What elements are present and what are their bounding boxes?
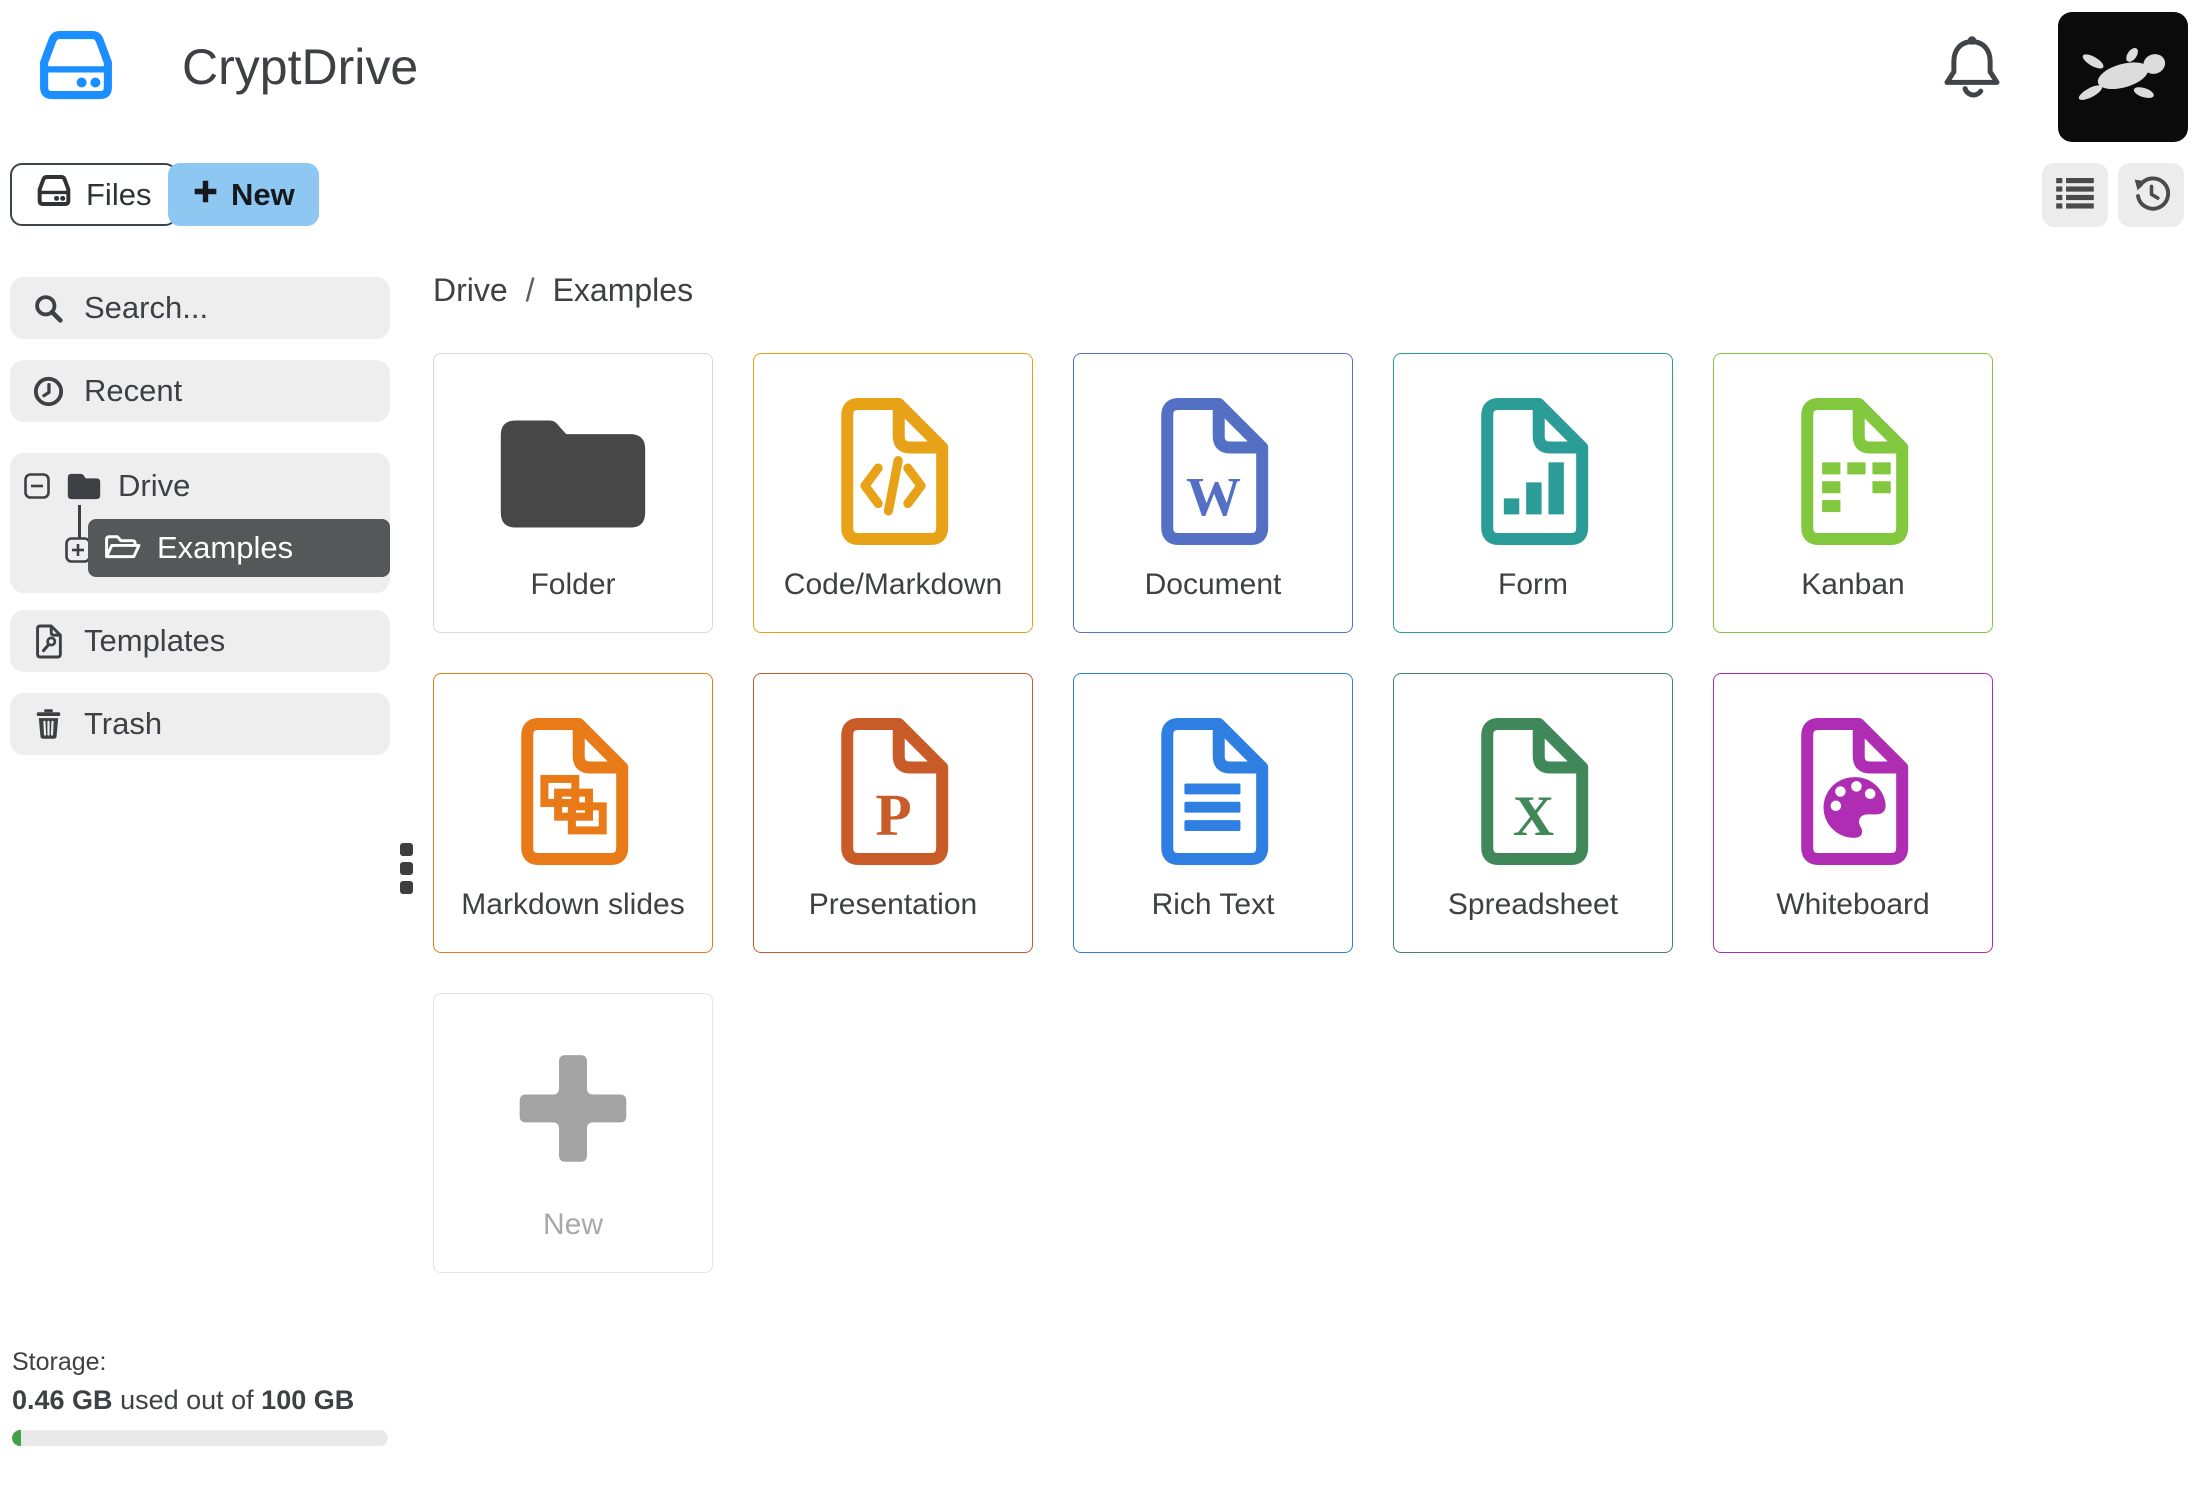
tree-connector <box>78 505 81 539</box>
storage-heading: Storage: <box>12 1348 107 1376</box>
tree-item-examples[interactable]: Examples <box>88 519 390 577</box>
drive-icon <box>36 174 72 215</box>
card-label: Whiteboard <box>1776 888 1930 921</box>
breadcrumb-examples: Examples <box>552 272 694 308</box>
card-whiteboard[interactable]: Whiteboard <box>1713 673 1993 953</box>
kanban-icon <box>1790 390 1916 552</box>
card-document[interactable]: W Document <box>1073 353 1353 633</box>
search-input[interactable] <box>84 290 364 326</box>
card-sheet[interactable]: X Spreadsheet <box>1393 673 1673 953</box>
card-code[interactable]: Code/Markdown <box>753 353 1033 633</box>
drive-label: Drive <box>118 468 191 503</box>
document-icon: W <box>1150 390 1276 552</box>
svg-text:X: X <box>1513 784 1554 847</box>
svg-text:P: P <box>875 781 911 847</box>
search-icon <box>30 293 66 324</box>
storage-info: Storage: 0.46 GB used out of 100 GB <box>12 1348 392 1446</box>
card-new[interactable]: New <box>433 993 713 1273</box>
folder-icon <box>66 472 102 501</box>
card-label: Spreadsheet <box>1447 888 1619 921</box>
sidebar-item-trash[interactable]: Trash <box>10 693 390 755</box>
view-controls <box>2042 163 2184 227</box>
notifications-bell-icon[interactable] <box>1942 34 2002 107</box>
card-label: Form <box>1498 568 1568 601</box>
app-title: CryptDrive <box>182 39 419 95</box>
form-icon <box>1470 390 1596 552</box>
tree-item-drive[interactable]: Drive <box>10 461 390 511</box>
card-presentation[interactable]: P Presentation <box>753 673 1033 953</box>
card-label: Presentation <box>808 888 978 921</box>
storage-used: 0.46 GB <box>12 1385 113 1415</box>
templates-label: Templates <box>84 623 226 658</box>
card-form[interactable]: Form <box>1393 353 1673 633</box>
card-label: Kanban <box>1801 568 1905 601</box>
plus-icon <box>192 177 219 213</box>
trash-label: Trash <box>84 706 163 741</box>
new-button-label: New <box>231 176 295 212</box>
new-button[interactable]: New <box>168 163 319 226</box>
whiteboard-icon <box>1790 710 1916 872</box>
breadcrumb-drive[interactable]: Drive <box>433 272 508 308</box>
storage-progress-fill <box>12 1430 21 1446</box>
card-folder[interactable]: Folder <box>433 353 713 633</box>
code-icon <box>830 390 956 552</box>
search-box[interactable] <box>10 277 390 339</box>
storage-progress-bar <box>12 1430 388 1446</box>
list-view-icon <box>2056 178 2094 212</box>
storage-total: 100 GB <box>261 1385 355 1415</box>
sidebar-item-recent[interactable]: Recent <box>10 360 390 422</box>
new-icon <box>507 1030 639 1192</box>
files-button-label: Files <box>86 176 152 212</box>
collapse-minus-icon[interactable] <box>24 473 50 499</box>
cryptdrive-logo-icon <box>36 28 116 107</box>
clock-icon <box>30 375 66 408</box>
list-view-button[interactable] <box>2042 163 2108 227</box>
trash-icon <box>30 708 66 740</box>
files-button[interactable]: Files <box>10 163 178 226</box>
sidebar: Recent Drive Examples Templates Trash <box>10 277 390 755</box>
template-file-icon <box>30 623 66 660</box>
card-label: Document <box>1144 568 1282 601</box>
card-label: Markdown slides <box>461 888 685 921</box>
file-grid: Folder Code/Markdown W Document Form Kanban Ma… <box>433 353 1993 1273</box>
folder-open-icon <box>104 533 142 563</box>
card-slides[interactable]: Markdown slides <box>433 673 713 953</box>
presentation-icon: P <box>830 710 956 872</box>
card-label: Rich Text <box>1151 888 1275 921</box>
breadcrumb-separator: / <box>525 272 535 308</box>
storage-usage-text: 0.46 GB used out of 100 GB <box>12 1385 392 1416</box>
slides-icon <box>510 710 636 872</box>
examples-label: Examples <box>157 530 294 565</box>
history-icon <box>2133 175 2170 215</box>
sheet-icon: X <box>1470 710 1596 872</box>
sidebar-item-templates[interactable]: Templates <box>10 610 390 672</box>
richtext-icon <box>1150 710 1276 872</box>
drive-tree: Drive Examples <box>10 453 390 593</box>
storage-infix: used out of <box>112 1385 262 1415</box>
sidebar-resize-handle[interactable] <box>400 843 413 894</box>
svg-text:W: W <box>1186 465 1241 526</box>
avatar[interactable] <box>2058 12 2188 142</box>
history-button[interactable] <box>2118 163 2184 227</box>
breadcrumb: Drive / Examples <box>433 272 693 309</box>
folder-icon <box>498 390 648 552</box>
card-label: Folder <box>530 568 616 601</box>
card-richtext[interactable]: Rich Text <box>1073 673 1353 953</box>
recent-label: Recent <box>84 373 183 408</box>
card-label: Code/Markdown <box>783 568 1003 601</box>
card-label: New <box>542 1208 603 1241</box>
card-kanban[interactable]: Kanban <box>1713 353 1993 633</box>
